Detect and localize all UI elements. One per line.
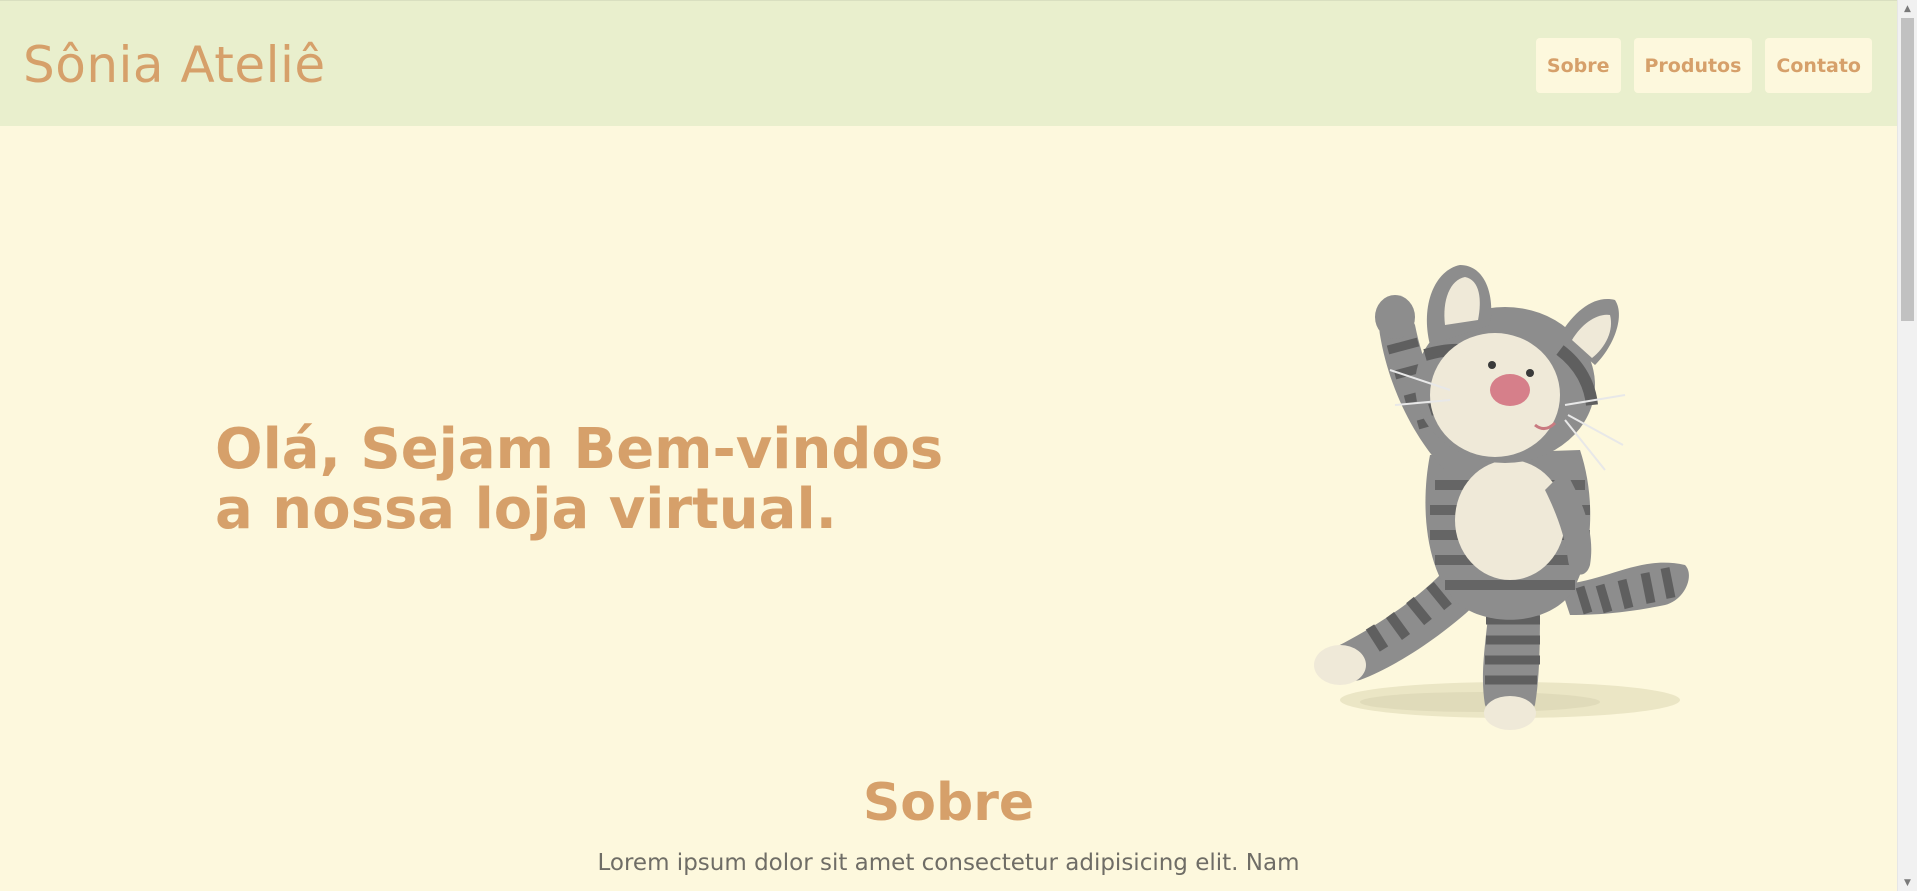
brand-logo-text[interactable]: Sônia Ateliê bbox=[23, 35, 326, 95]
nav-button-contato[interactable]: Contato bbox=[1765, 38, 1872, 93]
page: Sônia Ateliê Sobre Produtos Contato Olá,… bbox=[0, 0, 1917, 891]
scroll-down-arrow-icon[interactable]: ▼ bbox=[1898, 874, 1917, 891]
nav-button-sobre[interactable]: Sobre bbox=[1535, 38, 1621, 93]
main-nav: Sobre Produtos Contato bbox=[1535, 38, 1872, 93]
scrollbar-thumb[interactable] bbox=[1901, 18, 1914, 321]
about-paragraph: Lorem ipsum dolor sit amet consectetur a… bbox=[597, 850, 1300, 876]
nav-button-produtos[interactable]: Produtos bbox=[1633, 38, 1753, 93]
hero-title-line-1: Olá, Sejam Bem-vindos bbox=[215, 417, 944, 482]
vertical-scrollbar[interactable]: ▲ ▼ bbox=[1897, 0, 1917, 891]
hero-title: Olá, Sejam Bem-vindos a nossa loja virtu… bbox=[215, 420, 943, 540]
knitted-cat-toy-image bbox=[1314, 265, 1689, 730]
section-title-sobre: Sobre bbox=[862, 773, 1035, 833]
site-header: Sônia Ateliê Sobre Produtos Contato bbox=[0, 0, 1897, 126]
scroll-up-arrow-icon[interactable]: ▲ bbox=[1898, 0, 1917, 17]
hero-title-line-2: a nossa loja virtual. bbox=[215, 477, 837, 542]
